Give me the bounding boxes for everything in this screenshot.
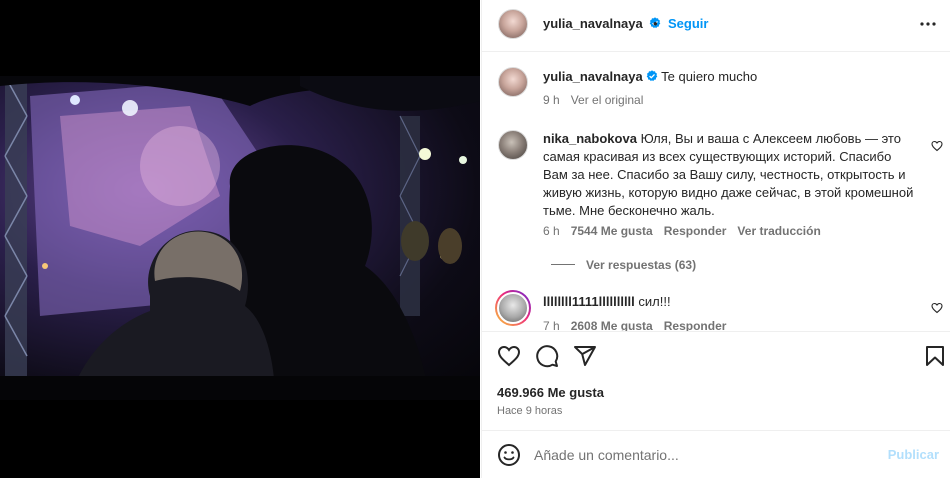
- comment-avatar[interactable]: [498, 130, 528, 160]
- comment-input[interactable]: [534, 444, 874, 466]
- separator-dot: •: [653, 16, 658, 31]
- comments-section[interactable]: yulia_navalnaya Te quiero mucho 9 h Ver e…: [482, 53, 950, 331]
- emoji-icon[interactable]: [497, 443, 521, 467]
- concert-photo-image: [0, 76, 480, 400]
- post-actions: 469.966 Me gusta Hace 9 horas: [482, 331, 950, 431]
- caption-text: Te quiero mucho: [661, 69, 758, 84]
- author-username[interactable]: yulia_navalnaya: [543, 16, 643, 31]
- comment-username[interactable]: nika_nabokova: [543, 131, 637, 146]
- post-photo[interactable]: [0, 76, 480, 400]
- comment-likes[interactable]: 2608 Me gusta: [571, 319, 653, 331]
- caption-avatar[interactable]: [498, 67, 528, 97]
- post-side-panel: yulia_navalnaya • Seguir yulia_navalnaya…: [481, 0, 950, 478]
- author-avatar[interactable]: [498, 9, 528, 39]
- comment-reply-button[interactable]: Responder: [664, 319, 727, 331]
- post-timestamp[interactable]: Hace 9 horas: [497, 405, 562, 417]
- comment-like-heart-icon[interactable]: [931, 302, 943, 314]
- verified-badge-icon: [646, 70, 658, 82]
- likes-count[interactable]: 469.966 Me gusta: [497, 385, 604, 400]
- heart-icon[interactable]: [497, 344, 521, 368]
- see-original-link[interactable]: Ver el original: [571, 93, 644, 107]
- more-horizontal-icon[interactable]: [919, 15, 937, 33]
- comment-like-heart-icon[interactable]: [931, 140, 943, 152]
- comment-translate-link[interactable]: Ver traducción: [737, 224, 820, 238]
- caption-meta: 9 h Ver el original: [543, 93, 654, 107]
- author-username-wrap[interactable]: yulia_navalnaya: [543, 16, 661, 31]
- add-comment-bar: Publicar: [482, 432, 950, 478]
- comment-time[interactable]: 7 h: [543, 319, 560, 331]
- follow-button[interactable]: Seguir: [668, 16, 708, 31]
- comment-text-block: llllllll1111llllllllll сил!!!: [543, 293, 918, 311]
- post-media: [0, 0, 480, 478]
- comment-reply-button[interactable]: Responder: [664, 224, 727, 238]
- comment-text-block: nika_nabokova Юля, Вы и ваша с Алексеем …: [543, 130, 918, 220]
- caption-text-block: yulia_navalnaya Te quiero mucho: [543, 68, 923, 86]
- caption-time[interactable]: 9 h: [543, 93, 560, 107]
- comment-text: сил!!!: [638, 294, 671, 309]
- post-header: yulia_navalnaya • Seguir: [482, 0, 950, 52]
- replies-divider: [551, 264, 575, 265]
- comment-meta: 6 h 7544 Me gusta Responder Ver traducción: [543, 224, 832, 238]
- comment-avatar: [497, 292, 529, 324]
- comment-time[interactable]: 6 h: [543, 224, 560, 238]
- comment-avatar-story-ring[interactable]: [495, 290, 531, 326]
- comment-likes[interactable]: 7544 Me gusta: [571, 224, 653, 238]
- publish-button[interactable]: Publicar: [888, 447, 939, 462]
- comment-icon[interactable]: [535, 344, 559, 368]
- comment-meta: 7 h 2608 Me gusta Responder: [543, 319, 737, 331]
- caption-username[interactable]: yulia_navalnaya: [543, 69, 643, 84]
- share-icon[interactable]: [573, 344, 597, 368]
- view-replies-button[interactable]: Ver respuestas (63): [586, 258, 696, 272]
- comment-username[interactable]: llllllll1111llllllllll: [543, 294, 635, 309]
- bookmark-icon[interactable]: [923, 344, 947, 368]
